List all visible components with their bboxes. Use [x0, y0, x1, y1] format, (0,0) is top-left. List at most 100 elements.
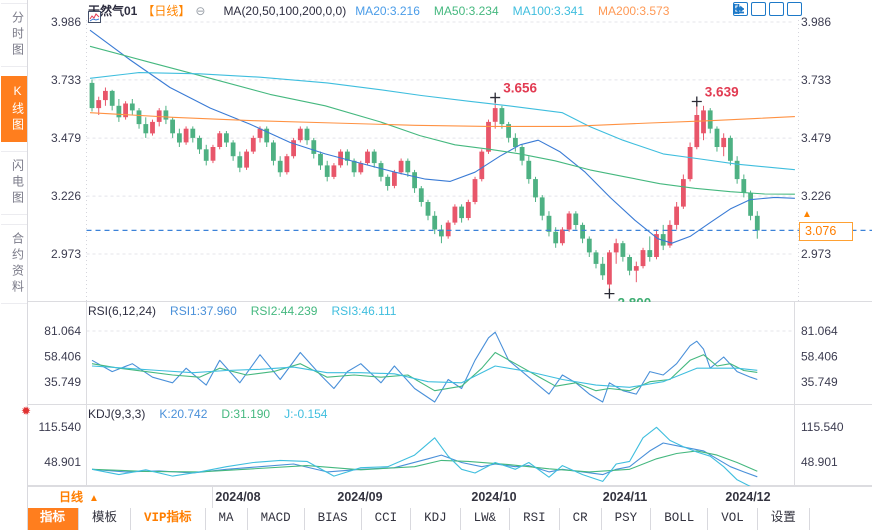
toolbar-tab-MACD[interactable]: MACD	[248, 508, 305, 530]
candle-body	[539, 197, 545, 216]
candle-body	[432, 215, 438, 230]
toolbar-tab-BOLL[interactable]: BOLL	[651, 508, 709, 530]
main-chart-svg[interactable]: 3.986 3.986 3.733 3.733 3.479 3.479 3.226 3.226…	[0, 0, 872, 302]
toolbar-tab-CCI[interactable]: CCI	[362, 508, 412, 530]
candle-body	[244, 151, 249, 168]
toolbar-tab-LW&[interactable]: LW&	[461, 508, 511, 530]
y-axis-label-right: 3.226	[801, 189, 831, 203]
indicator-toolbar: 指标 模板 VIP指标 MA MACD BIAS CCI KDJ LW& RSI CR PSY BOLL…	[27, 508, 872, 530]
candle-body	[560, 229, 565, 244]
period-selector-label: 日线	[59, 490, 84, 504]
kdj-value: K:20.742	[159, 407, 208, 421]
candle-body	[143, 124, 149, 134]
candle-body	[687, 147, 693, 180]
rsi-values: RSI1:37.960 RSI2:44.239 RSI3:46.111	[170, 304, 396, 319]
candle-body	[177, 133, 182, 143]
sidebar-tab-闪电图[interactable]: 闪电图	[0, 151, 27, 215]
candle-body	[385, 176, 391, 186]
axis-scale-icon[interactable]: M	[733, 2, 766, 16]
candle-body	[271, 142, 276, 161]
price-marker-cross	[490, 92, 501, 103]
triangle-up-icon: ▲	[89, 493, 99, 504]
sidebar-tab-分时图[interactable]: 分时图	[0, 3, 27, 67]
chart-header: 天然气01 【日线】 ⊖ MA(20,50,100,200,0,0) MA20:…	[88, 2, 669, 23]
candle-body	[371, 151, 377, 164]
collapse-icon[interactable]: ⊖	[195, 4, 205, 18]
candle-body	[89, 82, 95, 109]
ma-value: MA100:3.341	[512, 3, 585, 18]
exit-right-icon[interactable]	[733, 2, 802, 16]
candle-body	[136, 110, 142, 125]
indicator-line-RSI1	[91, 331, 758, 403]
candle-body	[150, 121, 155, 134]
candle-body	[318, 153, 323, 166]
indicator-line-RSI2	[91, 351, 758, 392]
toolbar-tab-MA[interactable]: MA	[206, 508, 248, 530]
period-selector[interactable]: 日线 ▲	[27, 487, 213, 508]
toolbar-tab-KDJ[interactable]: KDJ	[411, 508, 461, 530]
kdj-value: D:31.190	[221, 407, 271, 421]
candle-body	[620, 243, 626, 257]
candle-body	[96, 100, 102, 109]
indicator-line-D	[91, 450, 758, 473]
toolbar-tab-PSY[interactable]: PSY	[602, 508, 652, 530]
y-axis-label-right: 3.733	[801, 73, 831, 87]
y-axis-label-left: 81.064	[44, 324, 81, 338]
toolbar-tab-模板[interactable]: 模板	[79, 508, 132, 530]
y-axis-label-right: 35.749	[801, 375, 838, 389]
rsi-value: RSI3:46.111	[331, 304, 397, 318]
y-axis-label-left: 115.540	[39, 420, 82, 434]
price-annotation: 3.656	[503, 81, 537, 96]
candle-body	[392, 172, 397, 186]
kline-chart-window: 3.986 3.986 3.733 3.733 3.479 3.479 3.226 3.226…	[0, 0, 872, 530]
time-axis-row: 日线 ▲ 2024/08 2024/09 2024/10 2024/11 2024/12	[27, 486, 872, 509]
candle-body	[459, 206, 464, 219]
toolbar-tab-RSI[interactable]: RSI	[510, 508, 560, 530]
y-axis-label-left: 3.986	[51, 15, 81, 29]
kdj-title[interactable]: KDJ(9,3,3)	[88, 407, 145, 422]
candle-body	[546, 215, 552, 232]
last-price-tag: 3.076	[799, 222, 853, 241]
candle-body	[237, 156, 243, 168]
sidebar-tab-K线图[interactable]: K线图	[0, 76, 27, 142]
ma-line-MA200	[89, 112, 795, 127]
candle-body	[748, 192, 753, 216]
candle-body	[513, 137, 518, 148]
y-axis-label-left: 35.749	[44, 375, 81, 389]
candle-body	[378, 163, 384, 177]
candle-body	[721, 137, 727, 148]
rsi-title[interactable]: RSI(6,12,24)	[88, 304, 156, 319]
candle-body	[714, 128, 720, 147]
y-axis-label-left: 3.479	[51, 131, 81, 145]
ma-formula[interactable]: MA(20,50,100,200,0,0)	[223, 4, 346, 18]
candle-body	[573, 213, 579, 225]
sidebar-tab-合约资料[interactable]: 合约资料	[0, 224, 27, 304]
toolbar-tab-VIP指标[interactable]: VIP指标	[131, 508, 206, 530]
toolbar-tab-指标[interactable]: 指标	[27, 508, 80, 530]
candle-body	[674, 206, 679, 225]
kdj-values: K:20.742 D:31.190 J:-0.154	[159, 407, 327, 422]
candle-body	[553, 231, 559, 244]
candle-body	[230, 142, 236, 157]
price-marker-cross	[604, 288, 615, 299]
rsi-value: RSI1:37.960	[170, 304, 237, 318]
toolbar-tab-设置[interactable]: 设置	[758, 508, 810, 530]
axis-play-icon[interactable]	[733, 2, 784, 16]
toolbar-tab-VOL[interactable]: VOL	[708, 508, 758, 530]
candle-body	[311, 140, 317, 154]
candle-body	[129, 103, 135, 111]
y-axis-label-left: 3.226	[51, 189, 81, 203]
candle-body	[533, 179, 538, 198]
indicator-settings-icon[interactable]: ✹	[21, 404, 31, 418]
rsi-header: RSI(6,12,24) RSI1:37.960 RSI2:44.239 RSI3:…	[88, 304, 396, 319]
toolbar-tab-CR[interactable]: CR	[560, 508, 602, 530]
candle-body	[492, 108, 498, 122]
candle-body	[445, 222, 451, 237]
ma-line-MA20	[89, 29, 795, 244]
y-axis-label-right: 3.479	[801, 131, 831, 145]
period-tag[interactable]: 【日线】	[142, 2, 190, 19]
candle-body	[224, 133, 229, 143]
toolbar-tab-BIAS[interactable]: BIAS	[305, 508, 362, 530]
candle-body	[412, 172, 417, 189]
candle-body	[331, 165, 337, 177]
